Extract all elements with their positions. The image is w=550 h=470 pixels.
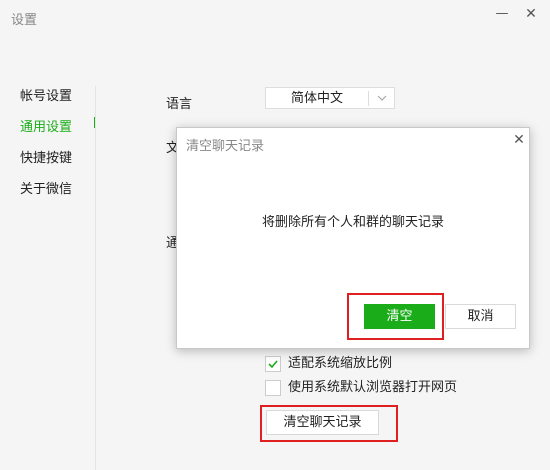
checkbox[interactable]	[265, 380, 281, 396]
language-select[interactable]: 简体中文	[265, 87, 395, 109]
dialog-title: 清空聊天记录	[186, 139, 265, 154]
window-title: 设置	[11, 13, 38, 28]
cancel-button[interactable]: 取消	[445, 304, 516, 329]
dropdown-arrow-icon	[372, 89, 392, 109]
checkmark-icon	[268, 360, 278, 369]
language-label: 语言	[166, 97, 193, 112]
sidebar-item-shortcuts[interactable]: 快捷按键	[20, 147, 72, 166]
checkbox[interactable]	[265, 356, 281, 372]
language-value: 简体中文	[290, 91, 343, 106]
option-label: 使用系统默认浏览器打开网页	[288, 380, 458, 395]
minimize-icon[interactable]: —	[494, 6, 510, 22]
option-label: 适配系统缩放比例	[288, 356, 393, 371]
sidebar-item-account[interactable]: 帐号设置	[20, 85, 72, 104]
close-icon[interactable]: ✕	[511, 132, 527, 148]
highlight-box	[260, 405, 398, 442]
dialog-message: 将删除所有个人和群的聊天记录	[261, 215, 444, 230]
sidebar-item-about[interactable]: 关于微信	[20, 178, 72, 197]
select-divider	[368, 91, 369, 106]
sidebar-divider	[95, 86, 96, 470]
highlight-box	[347, 293, 444, 340]
sidebar-item-general[interactable]: 通用设置	[20, 116, 72, 135]
close-icon[interactable]: ✕	[523, 6, 539, 22]
